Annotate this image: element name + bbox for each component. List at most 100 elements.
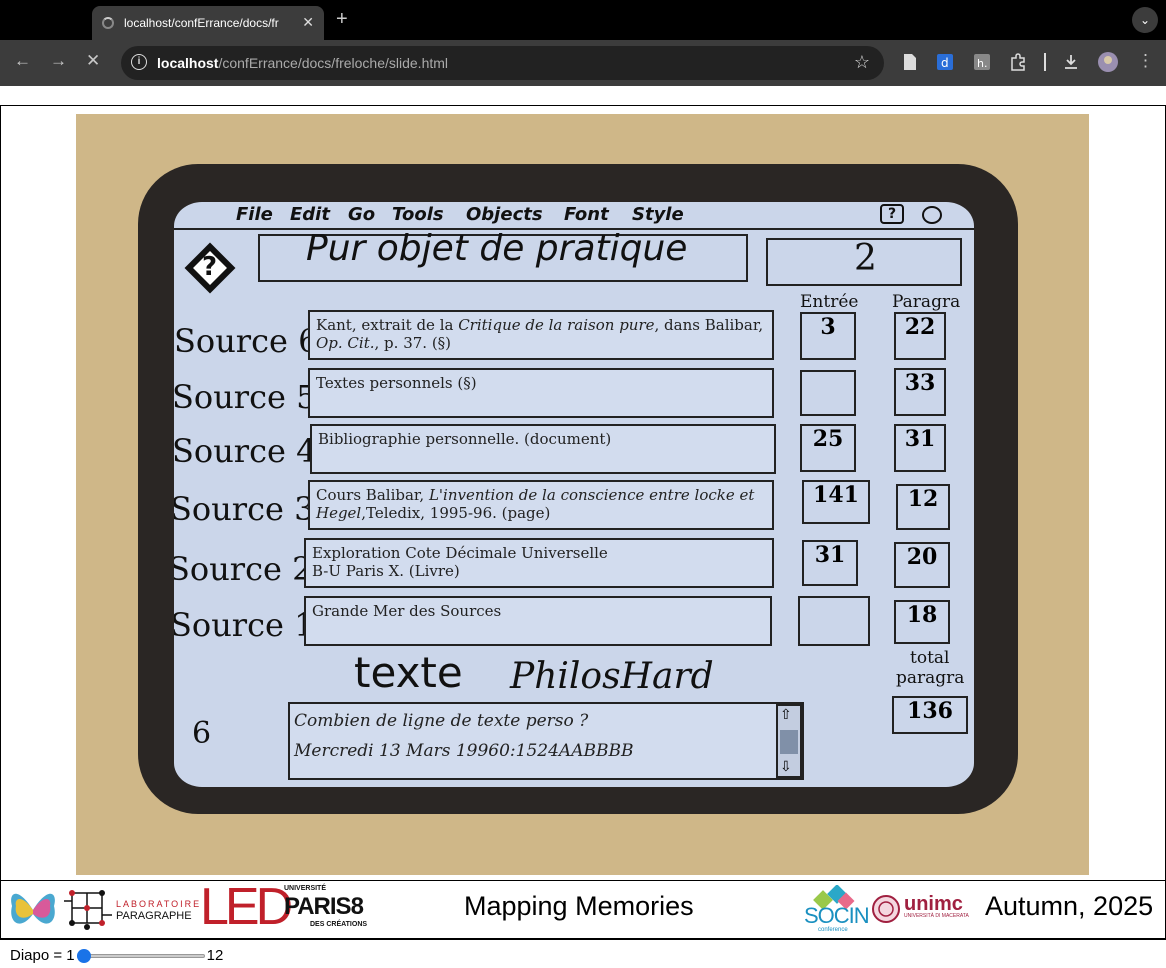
texte-label: texte <box>354 648 463 697</box>
mac-screen: File Edit Go Tools Objects Font Style ? … <box>174 202 974 787</box>
page-number: 6 <box>192 716 212 751</box>
entree-cell: 141 <box>802 480 870 524</box>
toolbar-divider <box>1044 53 1046 71</box>
note-scrollbar: ⇧ ⇩ <box>776 704 802 778</box>
profile-avatar-icon[interactable] <box>1098 52 1118 72</box>
tab-strip: localhost/confErrance/docs/fr ✕ + ⌄ <box>0 0 1166 40</box>
source-text-field: Bibliographie personnelle. (document) <box>310 424 776 474</box>
card-number: 2 <box>854 238 877 279</box>
slide-selector-max: 12 <box>206 947 224 964</box>
paragra-cell: 12 <box>896 484 950 530</box>
note-line-1: Combien de ligne de texte perso ? <box>294 711 589 731</box>
bookmark-star-icon[interactable]: ☆ <box>854 52 870 73</box>
menu-edit: Edit <box>290 204 330 225</box>
paragra-cell: 22 <box>894 312 946 360</box>
address-bar[interactable]: i localhost/confErrance/docs/freloche/sl… <box>121 46 884 80</box>
scroll-thumb <box>780 730 798 754</box>
slide-date: Autumn, 2025 <box>985 891 1154 921</box>
source-label: Source 2 <box>174 550 313 588</box>
site-info-icon[interactable]: i <box>131 54 147 70</box>
entree-cell: 25 <box>800 424 856 472</box>
back-arrow-icon[interactable]: ← <box>14 51 31 71</box>
svg-text:d: d <box>941 56 949 70</box>
led-logo: LED <box>200 878 293 936</box>
source-label: Source 5 <box>174 378 317 416</box>
labo-line-2: PARAGRAPHE <box>116 910 192 922</box>
note-field: Combien de ligne de texte perso ? Mercre… <box>288 702 804 780</box>
column-header-entree: Entrée <box>800 292 859 312</box>
total-label-2: paragra <box>896 668 965 688</box>
paragra-cell: 31 <box>894 424 946 472</box>
total-label-1: total <box>910 648 950 668</box>
source-text-field: Cours Balibar, L'invention de la conscie… <box>308 480 774 530</box>
entree-cell <box>798 596 870 646</box>
slider-track <box>76 953 205 958</box>
menu-go: Go <box>348 204 376 225</box>
help-balloon-icon: ? <box>880 204 904 224</box>
total-value: 136 <box>892 696 968 734</box>
paragra-cell: 33 <box>894 368 946 416</box>
entree-cell <box>800 370 856 416</box>
mac-menubar: File Edit Go Tools Objects Font Style ? <box>174 202 974 230</box>
slide-selector-label: Diapo = 1 <box>10 947 75 964</box>
socin-label: SOCIN <box>804 903 870 928</box>
menu-tools: Tools <box>392 204 444 225</box>
menu-objects: Objects <box>466 204 543 225</box>
entree-cell: 3 <box>800 312 856 360</box>
paris8-logo: PARIS8 <box>284 893 364 920</box>
source-text-field: Grande Mer des Sources <box>304 596 772 646</box>
scroll-down-arrow-icon: ⇩ <box>780 758 792 774</box>
menu-font: Font <box>564 204 609 225</box>
labo-line-1: LABORATOIRE <box>116 899 202 909</box>
unimc-seal-icon <box>872 895 900 923</box>
slider-thumb[interactable] <box>76 948 91 963</box>
scroll-up-arrow-icon: ⇧ <box>780 706 792 722</box>
slide-title: Mapping Memories <box>464 891 694 921</box>
column-header-paragra: Paragra <box>892 292 961 312</box>
url-text: localhost/confErrance/docs/freloche/slid… <box>157 55 449 71</box>
d-extension-icon[interactable]: d <box>937 53 953 71</box>
source-text-field: Textes personnels (§) <box>308 368 774 418</box>
source-label: Source 4 <box>174 432 317 470</box>
butterfly-logo <box>11 893 55 924</box>
more-menu-icon[interactable]: ⋮ <box>1137 51 1154 71</box>
close-tab-icon[interactable]: ✕ <box>302 14 314 31</box>
menu-file: File <box>236 204 273 225</box>
entree-cell: 31 <box>802 540 858 586</box>
slide-selector: Diapo = 1 12 <box>10 947 223 964</box>
document-extension-icon[interactable] <box>902 53 918 71</box>
source-text-field: Kant, extrait de la Critique de la raiso… <box>308 310 774 360</box>
source-label: Source 6 <box>174 322 319 360</box>
forward-arrow-icon[interactable]: → <box>50 51 67 71</box>
paragra-cell: 20 <box>894 542 950 588</box>
stop-loading-icon[interactable]: ✕ <box>86 51 100 71</box>
loading-spinner-icon <box>102 17 114 29</box>
extensions-puzzle-icon[interactable] <box>1010 53 1026 71</box>
paragra-cell: 18 <box>894 600 950 644</box>
unimc-sub-label: UNIVERSITÀ DI MACERATA <box>904 913 969 919</box>
application-menu-icon <box>922 206 942 224</box>
philoshard-label: PhilosHard <box>510 656 714 697</box>
univ-label: UNIVERSITÉ <box>284 885 327 892</box>
slide-footer: LABORATOIRE PARAGRAPHE LED UNIVERSITÉ PA… <box>0 878 1166 939</box>
download-icon[interactable] <box>1063 53 1079 71</box>
menu-style: Style <box>632 204 684 225</box>
source-label: Source 3 <box>174 490 315 528</box>
hypercard-photo: File Edit Go Tools Objects Font Style ? … <box>76 114 1089 875</box>
creations-label: DES CRÉATIONS <box>310 921 368 928</box>
tab-title: localhost/confErrance/docs/fr <box>124 16 279 30</box>
tab-search-chevron-icon[interactable]: ⌄ <box>1132 7 1158 33</box>
paragraphe-grid-logo <box>64 890 112 930</box>
socin-sub-label: conference <box>818 927 848 933</box>
slide-slider[interactable] <box>76 948 205 964</box>
source-label: Source 1 <box>174 606 315 644</box>
browser-toolbar: ← → ✕ i localhost/confErrance/docs/frelo… <box>0 40 1166 86</box>
svg-text:h.: h. <box>977 57 987 70</box>
new-tab-icon[interactable]: + <box>336 8 348 31</box>
help-question-mark: ? <box>202 252 218 282</box>
note-line-2: Mercredi 13 Mars 19960:1524AABBBB <box>294 741 634 761</box>
browser-tab[interactable]: localhost/confErrance/docs/fr ✕ <box>92 6 324 40</box>
h-extension-icon[interactable]: h. <box>974 53 990 71</box>
source-text-field: Exploration Cote Décimale Universelle B-U… <box>304 538 774 588</box>
card-title: Pur objet de pratique <box>306 228 688 269</box>
